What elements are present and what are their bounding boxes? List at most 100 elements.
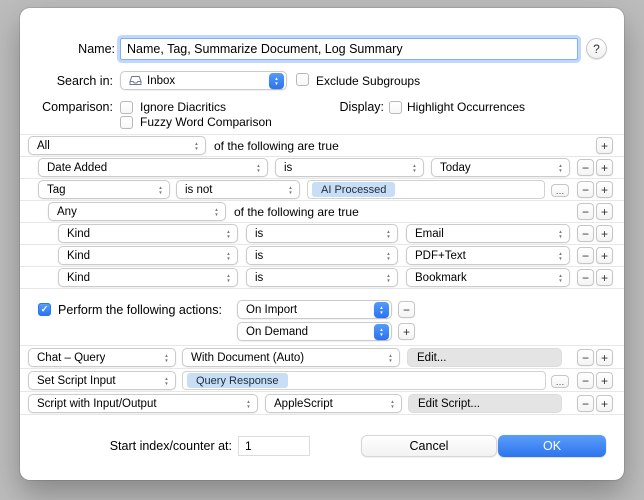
ignore-diacritics-checkbox[interactable] [120,101,133,114]
popup-value: Today [440,162,471,174]
chevron-down-glyph: ▼ [164,358,168,363]
chevron-updown-icon: ▲▼ [374,302,389,318]
remove-condition-button[interactable]: − [577,203,594,220]
remove-condition-button[interactable]: − [577,269,594,286]
exclude-subgroups-label[interactable]: Exclude Subgroups [316,74,420,88]
remove-action-button[interactable]: − [577,349,594,366]
highlight-occurrences-checkbox[interactable] [389,101,402,114]
add-condition-button[interactable]: + [596,159,613,176]
token-options-button[interactable]: … [551,375,569,388]
popup-value: Set Script Input [37,375,116,387]
group-suffix-text: of the following are true [214,139,339,153]
edit-script-button[interactable]: Edit Script... [408,394,562,413]
group-any-popup[interactable]: Any ▲▼ [48,202,226,221]
group-all-popup[interactable]: All ▲▼ [28,136,206,155]
cancel-button[interactable]: Cancel [361,435,497,457]
chevron-updown-icon: ▲▼ [382,248,395,263]
add-condition-button[interactable]: + [596,225,613,242]
popup-value: Chat – Query [37,352,105,364]
date-value-popup[interactable]: Today ▲▼ [431,158,570,177]
exclude-subgroups-checkbox[interactable] [296,73,309,86]
tag-field-popup[interactable]: Tag ▲▼ [38,180,170,199]
remove-condition-button[interactable]: − [577,159,594,176]
ok-button[interactable]: OK [498,435,606,457]
kind-value-popup[interactable]: PDF+Text ▲▼ [406,246,570,265]
chat-action-popup[interactable]: Chat – Query ▲▼ [28,348,176,367]
kind-operator-popup[interactable]: is ▲▼ [246,246,398,265]
token-options-button[interactable]: … [551,184,569,197]
kind-field-popup[interactable]: Kind ▲▼ [58,268,238,287]
action-script-row: Script with Input/Output ▲▼ AppleScript … [20,391,624,414]
chevron-updown-icon: ▲▼ [554,270,567,285]
add-condition-button[interactable]: + [596,181,613,198]
token-query-response[interactable]: Query Response [187,373,288,388]
tag-token-field[interactable]: AI Processed [307,180,545,199]
perform-actions-label[interactable]: Perform the following actions: [58,303,222,317]
fuzzy-word-checkbox[interactable] [120,116,133,129]
remove-event-button[interactable]: − [398,301,415,318]
add-event-button[interactable]: + [398,323,415,340]
edit-button[interactable]: Edit... [407,348,562,367]
help-button[interactable]: ? [586,38,607,59]
chevron-updown-icon: ▲▼ [554,226,567,241]
chevron-updown-icon: ▲▼ [222,248,235,263]
chevron-down-glyph: ▼ [246,404,250,409]
date-operator-popup[interactable]: is ▲▼ [275,158,424,177]
popup-value: With Document (Auto) [191,352,304,364]
kind-value-popup[interactable]: Email ▲▼ [406,224,570,243]
event-on-import-popup[interactable]: On Import ▲▼ [237,300,392,319]
popup-value: PDF+Text [415,250,466,262]
popup-value: is not [185,184,213,196]
kind-value-popup[interactable]: Bookmark ▲▼ [406,268,570,287]
chat-option-popup[interactable]: With Document (Auto) ▲▼ [182,348,400,367]
event-on-demand-popup[interactable]: On Demand ▲▼ [237,322,392,341]
condition-kind-pdf-row: Kind ▲▼ is ▲▼ PDF+Text ▲▼ − + [20,244,624,266]
ignore-diacritics-label[interactable]: Ignore Diacritics [140,100,226,114]
popup-value: Script with Input/Output [37,398,157,410]
script-language-popup[interactable]: AppleScript ▲▼ [265,394,402,413]
script-input-token-field[interactable]: Query Response [182,371,546,390]
condition-tag-row: Tag ▲▼ is not ▲▼ AI Processed … − + [20,178,624,200]
chevron-updown-icon: ▲▼ [284,182,297,197]
popup-value: is [255,272,263,284]
actions-list: Chat – Query ▲▼ With Document (Auto) ▲▼ … [20,345,624,415]
kind-operator-popup[interactable]: is ▲▼ [246,268,398,287]
display-label: Display: [320,100,384,114]
name-field[interactable] [120,38,578,60]
kind-field-popup[interactable]: Kind ▲▼ [58,224,238,243]
start-index-field[interactable] [238,436,310,456]
token-ai-processed[interactable]: AI Processed [312,182,395,197]
remove-condition-button[interactable]: − [577,225,594,242]
perform-actions-checkbox[interactable]: ✓ [38,303,51,316]
kind-field-popup[interactable]: Kind ▲▼ [58,246,238,265]
chevron-down-glyph: ▼ [386,278,390,283]
chevron-updown-icon: ▲▼ [160,350,173,365]
chevron-updown-icon: ▲▼ [374,324,389,340]
fuzzy-word-label[interactable]: Fuzzy Word Comparison [140,115,272,129]
remove-condition-button[interactable]: − [577,247,594,264]
kind-operator-popup[interactable]: is ▲▼ [246,224,398,243]
name-label: Name: [20,42,115,56]
tag-operator-popup[interactable]: is not ▲▼ [176,180,300,199]
remove-condition-button[interactable]: − [577,181,594,198]
search-in-popup[interactable]: Inbox ▲▼ [120,71,287,90]
chevron-down-glyph: ▼ [558,234,562,239]
chevron-updown-icon: ▲▼ [242,396,255,411]
popup-value: Kind [67,250,90,262]
chevron-updown-icon: ▲▼ [252,160,265,175]
script-action-popup[interactable]: Script with Input/Output ▲▼ [28,394,258,413]
add-action-button[interactable]: + [596,372,613,389]
condition-kind-email-row: Kind ▲▼ is ▲▼ Email ▲▼ − + [20,222,624,244]
date-field-popup[interactable]: Date Added ▲▼ [38,158,268,177]
add-condition-button[interactable]: + [596,203,613,220]
script-input-action-popup[interactable]: Set Script Input ▲▼ [28,371,176,390]
add-condition-button[interactable]: + [596,269,613,286]
add-condition-button[interactable]: + [596,247,613,264]
remove-action-button[interactable]: − [577,395,594,412]
remove-action-button[interactable]: − [577,372,594,389]
chevron-down-glyph: ▼ [214,212,218,217]
add-action-button[interactable]: + [596,349,613,366]
add-condition-button[interactable]: + [596,137,613,154]
highlight-occurrences-label[interactable]: Highlight Occurrences [407,100,525,114]
add-action-button[interactable]: + [596,395,613,412]
